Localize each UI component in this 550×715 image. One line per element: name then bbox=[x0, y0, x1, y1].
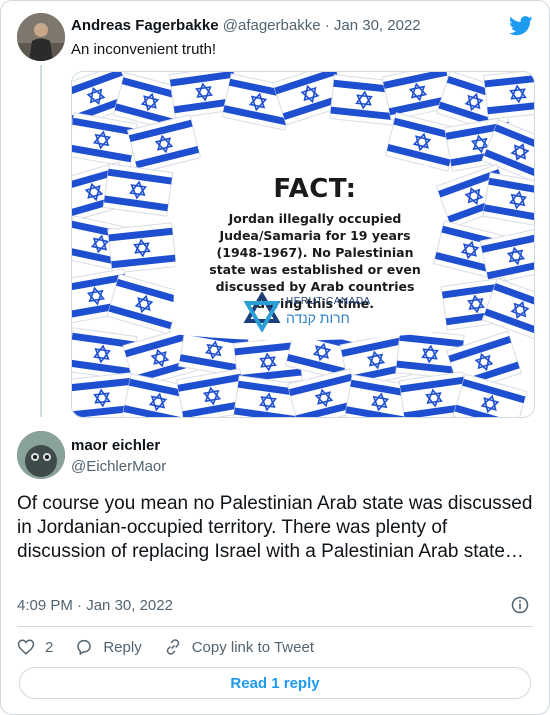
reply-author-avatar[interactable] bbox=[17, 431, 65, 479]
reply-time[interactable]: 4:09 PM bbox=[17, 597, 73, 614]
divider bbox=[17, 626, 533, 627]
copy-link-label: Copy link to Tweet bbox=[191, 638, 314, 656]
tweet-image[interactable]: FACT: Jordan illegally occupied Judea/Sa… bbox=[71, 71, 535, 418]
reply-text: Of course you mean no Palestinian Arab s… bbox=[17, 493, 533, 562]
like-button[interactable]: 2 bbox=[17, 638, 53, 656]
reply-timestamp[interactable]: 4:09 PM · Jan 30, 2022 bbox=[17, 597, 173, 614]
fact-title: FACT: bbox=[273, 174, 357, 204]
tweet-date[interactable]: Jan 30, 2022 bbox=[334, 17, 421, 34]
reply-author-handle[interactable]: @EichlerMaor bbox=[71, 458, 166, 475]
action-bar: 2 Reply Copy link to Tweet bbox=[17, 637, 336, 657]
like-count: 2 bbox=[45, 638, 54, 656]
reply-icon bbox=[77, 639, 92, 655]
read-replies-button[interactable]: Read 1 reply bbox=[19, 667, 531, 699]
info-icon[interactable] bbox=[511, 596, 529, 614]
timestamp-separator: · bbox=[77, 597, 83, 614]
reply-author-name[interactable]: maor eichler bbox=[71, 437, 160, 454]
heart-icon bbox=[17, 639, 35, 655]
author-avatar[interactable] bbox=[17, 13, 65, 61]
reply-button[interactable]: Reply bbox=[75, 638, 142, 656]
copy-link-button[interactable]: Copy link to Tweet bbox=[164, 638, 314, 656]
tweet-header: Andreas Fagerbakke @afagerbakke · Jan 30… bbox=[71, 17, 421, 34]
reply-label: Reply bbox=[103, 638, 142, 656]
herut-canada-logo: HERUT CANADA חרות קנדה bbox=[242, 292, 392, 332]
thread-connector bbox=[40, 65, 42, 417]
author-handle[interactable]: @afagerbakke bbox=[223, 17, 321, 34]
twitter-bird-icon[interactable] bbox=[509, 15, 533, 37]
reply-date[interactable]: Jan 30, 2022 bbox=[86, 597, 173, 614]
star-of-david-icon bbox=[243, 292, 281, 332]
link-icon bbox=[166, 639, 179, 655]
org-name-english: HERUT CANADA bbox=[286, 296, 371, 307]
org-name-hebrew: חרות קנדה bbox=[286, 310, 350, 326]
tweet-embed-card: Andreas Fagerbakke @afagerbakke · Jan 30… bbox=[0, 0, 550, 715]
tweet-text: An inconvenient truth! bbox=[71, 41, 217, 58]
meta-separator: · bbox=[324, 17, 330, 34]
author-name[interactable]: Andreas Fagerbakke bbox=[71, 17, 219, 34]
